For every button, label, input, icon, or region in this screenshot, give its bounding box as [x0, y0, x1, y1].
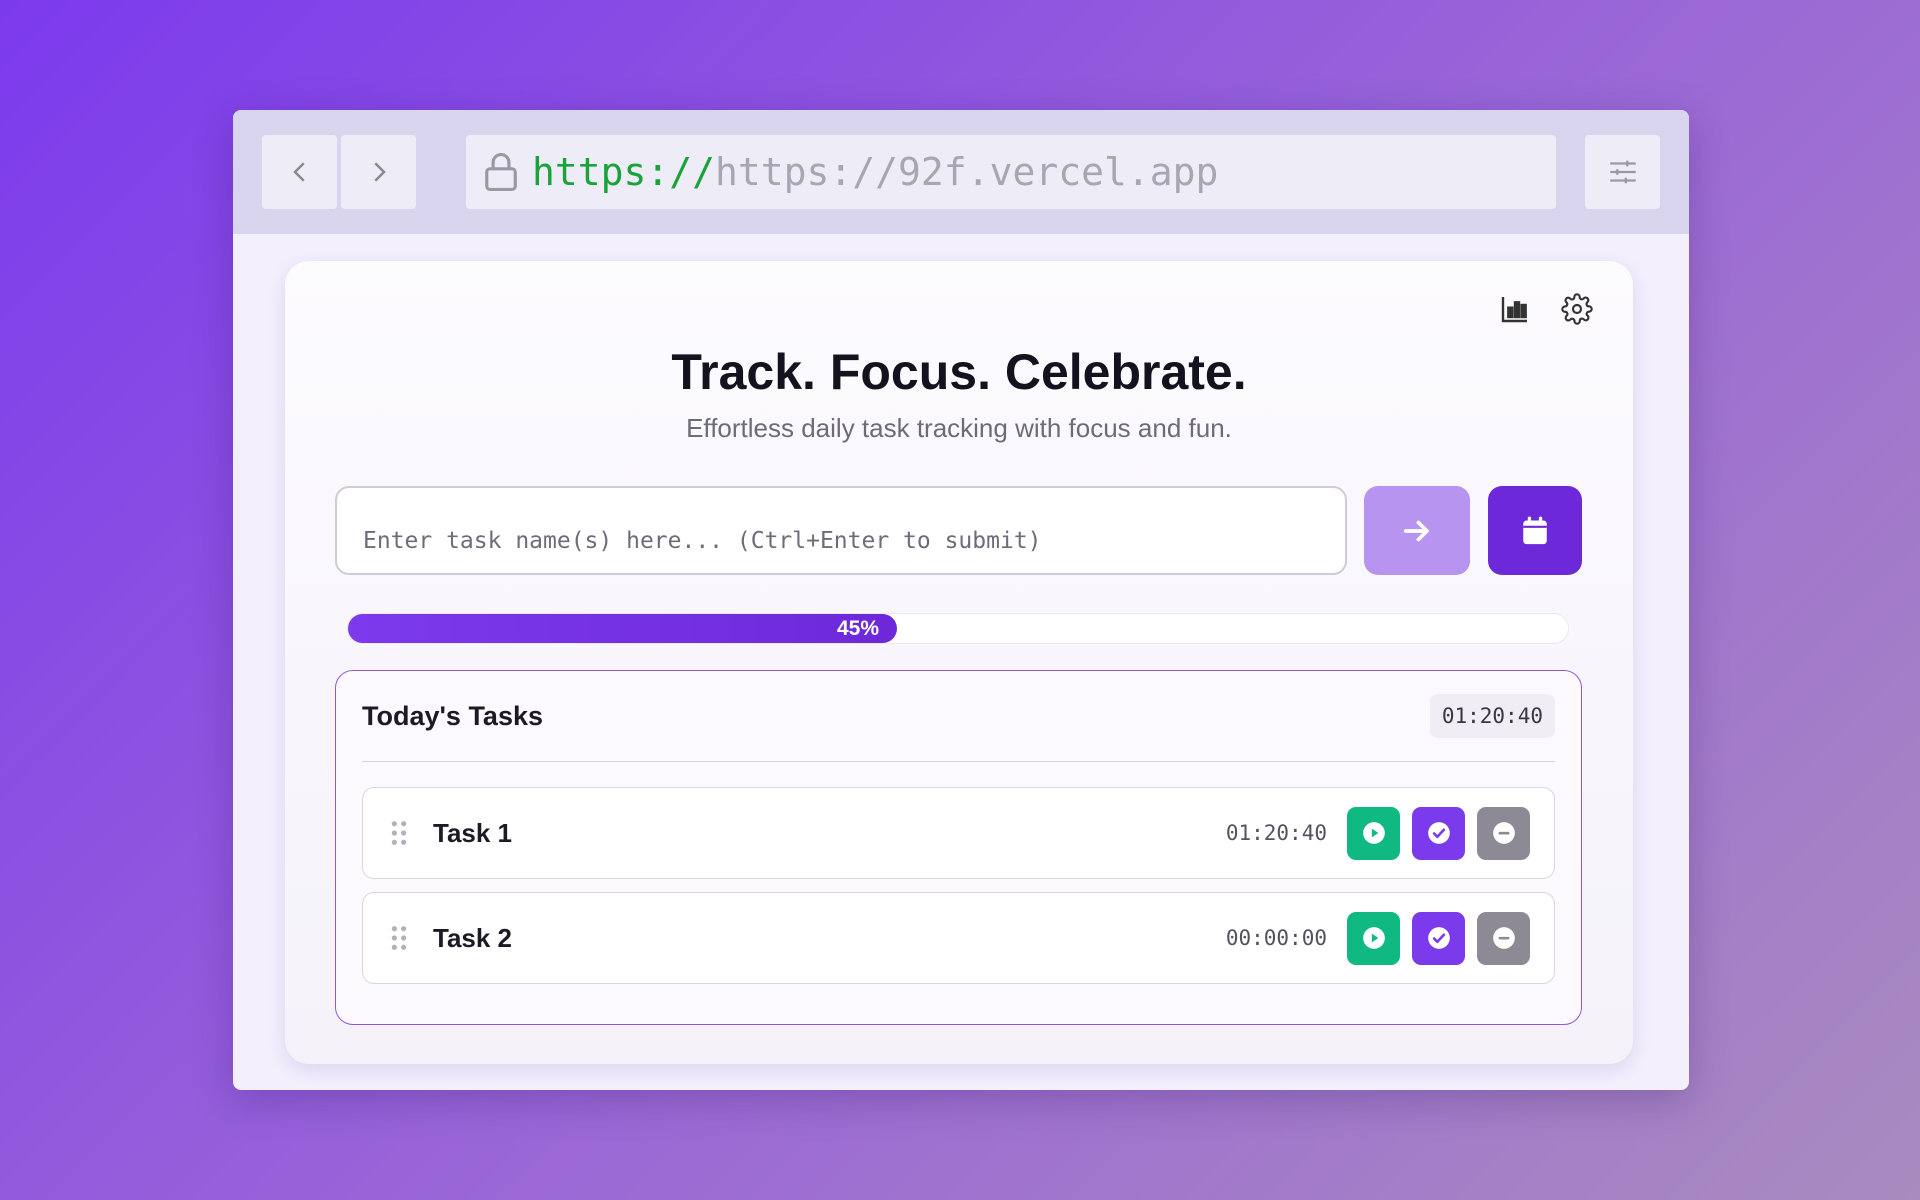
- calendar-icon: [1523, 516, 1547, 544]
- browser-window: https://https://92f.vercel.app Track. Fo…: [233, 110, 1689, 1090]
- drag-handle-icon[interactable]: [389, 820, 409, 846]
- task-name: Task 2: [433, 922, 513, 953]
- remove-task-button[interactable]: [1477, 806, 1530, 860]
- check-circle-icon: [1427, 822, 1450, 844]
- app-card: Track. Focus. Celebrate. Effortless dail…: [285, 261, 1633, 1064]
- task-time: 00:00:00: [1225, 926, 1327, 950]
- minus-circle-icon: [1492, 822, 1515, 844]
- task-row[interactable]: Task 1 01:20:40: [362, 787, 1555, 879]
- complete-task-button[interactable]: [1412, 911, 1465, 965]
- check-circle-icon: [1427, 927, 1450, 949]
- play-icon: [1362, 927, 1385, 949]
- header-icons: [1499, 293, 1593, 325]
- tasks-panel: Today's Tasks 01:20:40 Task 1 01:20:40 T…: [335, 670, 1582, 1025]
- chevron-left-icon: [292, 162, 305, 182]
- calendar-button[interactable]: [1488, 486, 1582, 575]
- play-icon: [1362, 822, 1385, 844]
- url-protocol: https://: [532, 150, 716, 194]
- browser-settings-button[interactable]: [1585, 135, 1660, 209]
- task-row[interactable]: Task 2 00:00:00: [362, 892, 1555, 984]
- lock-icon: [485, 153, 517, 191]
- total-time-badge: 01:20:40: [1429, 694, 1555, 738]
- sliders-icon: [1609, 160, 1636, 184]
- address-bar[interactable]: https://https://92f.vercel.app: [466, 135, 1556, 209]
- bar-chart-icon[interactable]: [1499, 293, 1531, 325]
- submit-task-button[interactable]: [1364, 486, 1470, 575]
- tasks-header: Today's Tasks 01:20:40: [362, 671, 1555, 762]
- page-subtitle: Effortless daily task tracking with focu…: [686, 413, 1232, 443]
- arrow-right-icon: [1403, 520, 1429, 541]
- start-timer-button[interactable]: [1347, 806, 1400, 860]
- progress-label: 45%: [836, 616, 879, 640]
- page-title: Track. Focus. Celebrate.: [671, 344, 1247, 400]
- start-timer-button[interactable]: [1347, 911, 1400, 965]
- task-input[interactable]: [335, 486, 1347, 575]
- minus-circle-icon: [1492, 927, 1515, 949]
- complete-task-button[interactable]: [1412, 806, 1465, 860]
- task-name: Task 1: [433, 817, 513, 848]
- progress-fill: 45%: [348, 614, 897, 643]
- drag-handle-icon[interactable]: [389, 925, 409, 951]
- remove-task-button[interactable]: [1477, 911, 1530, 965]
- tasks-title: Today's Tasks: [362, 700, 543, 731]
- chevron-right-icon: [373, 162, 386, 182]
- back-button[interactable]: [262, 135, 337, 209]
- forward-button[interactable]: [341, 135, 416, 209]
- browser-toolbar: https://https://92f.vercel.app: [233, 110, 1689, 234]
- task-time: 01:20:40: [1225, 821, 1327, 845]
- progress-bar: 45%: [347, 613, 1569, 644]
- url-host: https://92f.vercel.app: [715, 150, 1219, 194]
- gear-icon[interactable]: [1561, 293, 1593, 325]
